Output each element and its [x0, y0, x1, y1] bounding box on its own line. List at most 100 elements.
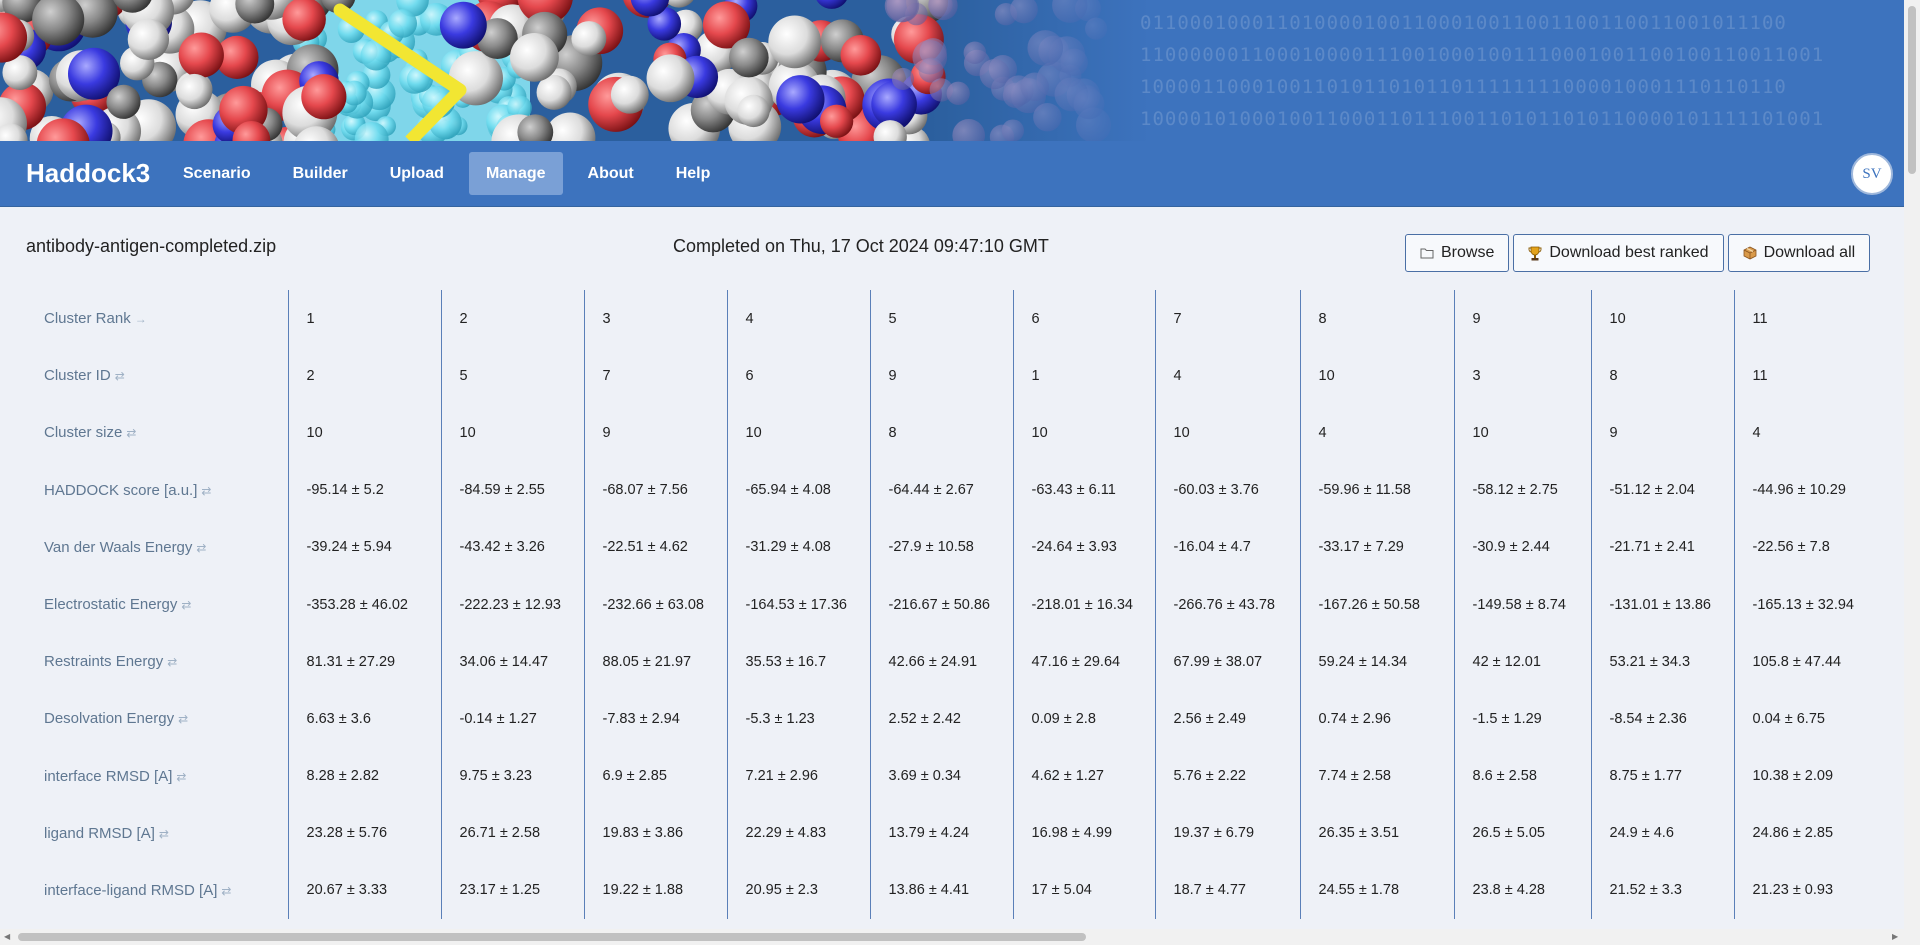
table-cell: 4 [726, 290, 870, 348]
table-cell: 0.74 ± 2.96 [1299, 690, 1454, 748]
table-cell: 2.56 ± 2.49 [1154, 690, 1300, 748]
table-cell: 6.9 ± 2.85 [583, 747, 727, 805]
table-cell: -84.59 ± 2.55 [440, 461, 584, 519]
sort-icon[interactable]: ⇄ [126, 426, 136, 440]
table-cell: -43.42 ± 3.26 [440, 518, 584, 576]
table-cell: 11 [1733, 290, 1904, 348]
brand-logo-text[interactable]: Haddock3 [26, 158, 150, 189]
table-cell: 10 [287, 404, 441, 462]
table-cell: 4.62 ± 1.27 [1012, 747, 1155, 805]
action-buttons: Browse Download best ranked Download all [1405, 234, 1871, 272]
table-cell: -51.12 ± 2.04 [1590, 461, 1734, 519]
horizontal-scrollbar[interactable]: ◀ ▶ [0, 929, 1920, 945]
binary-pattern-line: 0110001000110100001001100010011001100110… [1140, 12, 1787, 34]
table-row: Cluster ID ⇄ 2 5 7 6 9 1 4 10 3 8 11 [0, 347, 1904, 405]
table-row: Desolvation Energy ⇄ 6.63 ± 3.6 -0.14 ± 1.2… [0, 690, 1904, 748]
sort-icon[interactable]: ⇄ [167, 655, 177, 669]
download-all-button[interactable]: Download all [1727, 234, 1871, 272]
table-cell: 0.04 ± 6.75 [1733, 690, 1904, 748]
table-cell: 35.53 ± 16.7 [726, 633, 870, 691]
row-header[interactable]: interface-ligand RMSD [A] ⇄ [0, 862, 288, 919]
browse-button-label: Browse [1441, 244, 1495, 261]
user-avatar[interactable]: SV [1851, 153, 1893, 195]
table-cell: 34.06 ± 14.47 [440, 633, 584, 691]
binary-pattern-line: 1100000011000100001110010001001110001001… [1140, 44, 1825, 66]
table-cell: 21.23 ± 0.93 [1733, 861, 1904, 920]
table-cell: 9.75 ± 3.23 [440, 747, 584, 805]
table-cell: 4 [1154, 347, 1300, 405]
row-header-label: HADDOCK score [a.u.] [44, 481, 198, 499]
scroll-right-arrow-icon[interactable]: ▶ [1892, 932, 1898, 941]
table-cell: 26.71 ± 2.58 [440, 804, 584, 862]
table-cell: 24.9 ± 4.6 [1590, 804, 1734, 862]
table-cell: -5.3 ± 1.23 [726, 690, 870, 748]
horizontal-scrollbar-thumb[interactable] [18, 933, 1086, 941]
row-header-label: Van der Waals Energy [44, 538, 193, 556]
table-cell: 1 [287, 290, 441, 348]
sort-icon[interactable]: ⇄ [181, 598, 191, 612]
sort-icon[interactable]: ⇄ [196, 541, 206, 555]
table-cell: -27.9 ± 10.58 [869, 518, 1013, 576]
table-cell: 2.52 ± 2.42 [869, 690, 1013, 748]
table-cell: 24.86 ± 2.85 [1733, 804, 1904, 862]
binary-pattern-line: 1000011000100110101101011011111111000010… [1140, 76, 1787, 98]
table-cell: 13.79 ± 4.24 [869, 804, 1013, 862]
row-header[interactable]: Desolvation Energy ⇄ [0, 690, 288, 747]
table-cell: 5 [440, 347, 584, 405]
sort-icon[interactable]: ⇄ [201, 484, 211, 498]
row-header[interactable]: HADDOCK score [a.u.] ⇄ [0, 462, 288, 519]
trophy-icon [1528, 246, 1542, 260]
vertical-scrollbar[interactable] [1904, 0, 1920, 929]
row-header[interactable]: Electrostatic Energy ⇄ [0, 576, 288, 633]
table-cell: 6.63 ± 3.6 [287, 690, 441, 748]
table-cell: -131.01 ± 13.86 [1590, 575, 1734, 634]
nav-upload[interactable]: Upload [373, 152, 461, 195]
vertical-scrollbar-thumb[interactable] [1908, 6, 1916, 174]
sort-icon[interactable]: ⇄ [159, 827, 169, 841]
sort-icon[interactable]: ⇄ [178, 712, 188, 726]
scroll-left-arrow-icon[interactable]: ◀ [4, 932, 10, 941]
table-row: Cluster size ⇄ 10 10 9 10 8 10 10 4 10 9 4 [0, 404, 1904, 462]
binary-pattern-line: 1000010100010011000110111001101011010110… [1140, 108, 1825, 130]
table-cell: -58.12 ± 2.75 [1453, 461, 1591, 519]
table-row: ligand RMSD [A] ⇄ 23.28 ± 5.76 26.71 ± 2.58… [0, 804, 1904, 862]
table-cell: -68.07 ± 7.56 [583, 461, 727, 519]
nav-about[interactable]: About [571, 152, 651, 195]
nav-builder[interactable]: Builder [276, 152, 365, 195]
table-cell: 8.6 ± 2.58 [1453, 747, 1591, 805]
table-cell: 10 [726, 404, 870, 462]
table-cell: 8 [1299, 290, 1454, 348]
nav-manage[interactable]: Manage [468, 152, 563, 195]
nav-scenario[interactable]: Scenario [166, 152, 268, 195]
row-header-label: Electrostatic Energy [44, 596, 178, 614]
row-header[interactable]: Cluster ID ⇄ [0, 347, 288, 404]
table-cell: 5.76 ± 2.22 [1154, 747, 1300, 805]
table-cell: 2 [287, 347, 441, 405]
row-header[interactable]: Restraints Energy ⇄ [0, 633, 288, 690]
sort-icon[interactable]: ⇄ [115, 369, 125, 383]
row-header[interactable]: interface RMSD [A] ⇄ [0, 748, 288, 805]
table-cell: 23.17 ± 1.25 [440, 861, 584, 920]
browse-button[interactable]: Browse [1405, 234, 1510, 272]
download-best-ranked-button[interactable]: Download best ranked [1513, 234, 1724, 272]
table-cell: -44.96 ± 10.29 [1733, 461, 1904, 519]
main-nav: Scenario Builder Upload Manage About Hel… [166, 152, 727, 195]
arrow-right-icon[interactable]: → [135, 312, 147, 326]
table-cell: 42 ± 12.01 [1453, 633, 1591, 691]
nav-help[interactable]: Help [659, 152, 728, 195]
table-cell: -266.76 ± 43.78 [1154, 575, 1300, 634]
table-cell: 42.66 ± 24.91 [869, 633, 1013, 691]
row-header[interactable]: ligand RMSD [A] ⇄ [0, 805, 288, 862]
table-cell: 3 [1453, 347, 1591, 405]
table-cell: 8.28 ± 2.82 [287, 747, 441, 805]
table-cell: 9 [1453, 290, 1591, 348]
sort-icon[interactable]: ⇄ [221, 884, 231, 898]
sort-icon[interactable]: ⇄ [176, 770, 186, 784]
table-cell: 11 [1733, 347, 1904, 405]
row-header[interactable]: Cluster size ⇄ [0, 404, 288, 461]
row-header[interactable]: Cluster Rank → [0, 290, 288, 347]
table-cell: -222.23 ± 12.93 [440, 575, 584, 634]
row-header-label: Desolvation Energy [44, 710, 175, 728]
job-filename: antibody-antigen-completed.zip [26, 236, 277, 256]
row-header[interactable]: Van der Waals Energy ⇄ [0, 519, 288, 576]
